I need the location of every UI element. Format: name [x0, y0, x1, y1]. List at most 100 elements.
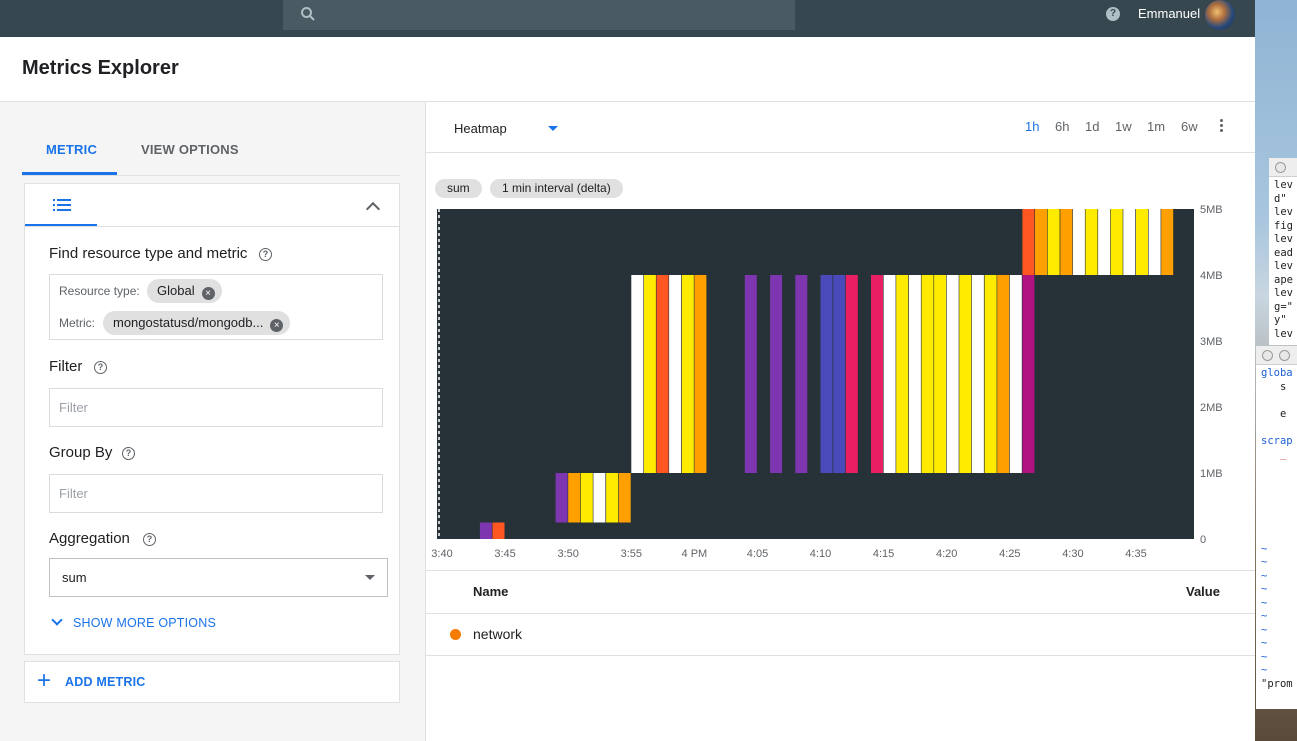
heatmap-cell [1047, 209, 1060, 275]
name-column-header[interactable]: Name [473, 584, 508, 599]
close-button[interactable] [1275, 162, 1286, 173]
heatmap-cell [681, 275, 694, 473]
chevron-up-icon[interactable] [365, 201, 381, 217]
heatmap-cell [833, 275, 846, 473]
aggregation-value: sum [62, 570, 87, 585]
list-tab-indicator [25, 224, 97, 226]
x-tick-label: 4:35 [1125, 548, 1146, 560]
heatmap-cell [1136, 209, 1148, 275]
heatmap-chart[interactable]: 0 1MB 2MB 3MB 4MB 5MB 3:40 3:45 3:50 3:55 4 PM 4:05… [426, 202, 1255, 564]
terminal-line: ~ [1261, 596, 1268, 609]
y-tick-label: 5MB [1200, 204, 1223, 216]
table-row[interactable]: network [426, 613, 1255, 656]
list-icon[interactable] [53, 199, 71, 211]
heatmap-cell [1060, 209, 1073, 275]
heatmap-cell [1110, 209, 1123, 275]
legend-table-header: Name Value [426, 570, 1255, 614]
terminal-line: ~ [1261, 542, 1268, 555]
heatmap-cell [568, 473, 581, 523]
terminal-window-bottom[interactable]: globa s e scrap _ ~ ~ ~ ~ ~ ~ ~ ~ ~ ~ "prom [1256, 346, 1297, 709]
page-title: Metrics Explorer [22, 57, 179, 79]
terminal-line: s [1261, 380, 1287, 393]
metric-card: Find resource type and metric ? Resource… [24, 183, 400, 655]
terminal-line: ape [1274, 273, 1293, 286]
tab-metric[interactable]: METRIC [46, 142, 97, 157]
add-metric-button[interactable]: + ADD METRIC [24, 661, 400, 703]
x-tick-label: 3:40 [431, 548, 452, 560]
close-button[interactable] [1262, 350, 1273, 361]
add-metric-label: ADD METRIC [65, 675, 146, 689]
dropdown-arrow-icon[interactable] [548, 126, 558, 131]
time-range-6w[interactable]: 6w [1181, 119, 1198, 134]
x-tick-label: 3:55 [621, 548, 642, 560]
value-column-header[interactable]: Value [1186, 584, 1220, 599]
time-range-6h[interactable]: 6h [1055, 119, 1069, 134]
heatmap-cell [1085, 209, 1098, 275]
tab-view-options[interactable]: VIEW OPTIONS [141, 142, 239, 157]
heatmap-cell [921, 275, 934, 473]
metric-chip[interactable]: mongostatusd/mongodb... × [103, 311, 291, 335]
minimize-button[interactable] [1279, 350, 1290, 361]
title-bar: Metrics Explorer [0, 37, 1255, 102]
help-icon[interactable]: ? [122, 447, 135, 460]
heatmap-cell [820, 275, 833, 473]
y-tick-label: 3MB [1200, 336, 1223, 348]
terminal-line: ~ [1261, 623, 1268, 636]
metric-label: Metric: [59, 316, 95, 330]
close-icon[interactable]: × [270, 319, 284, 332]
top-bar: ? Emmanuel [0, 0, 1255, 37]
resource-type-value: Global [157, 283, 195, 298]
resource-type-chip[interactable]: Global × [147, 279, 222, 303]
terminal-window-top[interactable]: lev d" lev fig lev ead lev ape lev g=" y" lev [1269, 158, 1297, 345]
more-options-icon[interactable] [1220, 119, 1223, 134]
heatmap-cell [883, 275, 896, 473]
terminal-line: fig [1274, 219, 1293, 232]
y-tick-label: 0 [1200, 534, 1206, 546]
show-more-label: SHOW MORE OPTIONS [73, 616, 216, 630]
heatmap-cell [946, 275, 959, 473]
resource-metric-selector[interactable]: Resource type: Global × Metric: mongostat… [49, 274, 383, 340]
metric-card-header [25, 184, 399, 227]
search-input[interactable] [283, 0, 795, 30]
heatmap-cell [656, 275, 669, 473]
heatmap-cell [845, 275, 858, 473]
time-range-1h[interactable]: 1h [1025, 119, 1039, 134]
help-icon[interactable]: ? [94, 361, 107, 374]
terminal-line: e [1261, 407, 1287, 420]
terminal-text: globa s e scrap _ ~ ~ ~ ~ ~ ~ ~ ~ ~ ~ "prom [1256, 365, 1297, 691]
heatmap-cell [770, 275, 783, 473]
heatmap-cell [1098, 209, 1111, 275]
user-name[interactable]: Emmanuel [1138, 6, 1200, 21]
aggregation-select[interactable]: sum [49, 558, 388, 597]
help-icon[interactable]: ? [143, 533, 156, 546]
show-more-options-button[interactable]: SHOW MORE OPTIONS [51, 614, 216, 630]
close-icon[interactable]: × [201, 287, 215, 300]
x-tick-label: 4:25 [999, 548, 1020, 560]
terminal-line: d" [1274, 192, 1287, 205]
metric-panel: METRIC VIEW OPTIONS Find resource type a… [0, 102, 426, 741]
terminal-line: g=" [1274, 300, 1293, 313]
terminal-line: lev [1274, 179, 1293, 191]
group-by-input[interactable]: Filter [49, 474, 383, 513]
avatar[interactable] [1205, 0, 1235, 30]
resource-type-label: Resource type: [59, 284, 140, 298]
heatmap-cell [1072, 209, 1085, 275]
terminal-title-bar[interactable] [1269, 158, 1297, 177]
chart-type-select[interactable]: Heatmap [454, 121, 507, 136]
interval-pill: 1 min interval (delta) [490, 179, 623, 198]
terminal-line: y" [1274, 314, 1287, 326]
help-icon[interactable]: ? [1106, 7, 1120, 21]
filter-input[interactable]: Filter [49, 388, 383, 427]
help-icon[interactable]: ? [259, 248, 272, 261]
heatmap-cell [934, 275, 947, 473]
terminal-title-bar[interactable] [1256, 346, 1297, 365]
heatmap-cell [555, 473, 568, 523]
heatmap-cell [492, 522, 505, 539]
time-range-1w[interactable]: 1w [1115, 119, 1132, 134]
time-range-1d[interactable]: 1d [1085, 119, 1099, 134]
heatmap-cell [643, 275, 656, 473]
heatmap-cell [606, 473, 619, 523]
time-range-1m[interactable]: 1m [1147, 119, 1165, 134]
heatmap-cell [971, 275, 984, 473]
